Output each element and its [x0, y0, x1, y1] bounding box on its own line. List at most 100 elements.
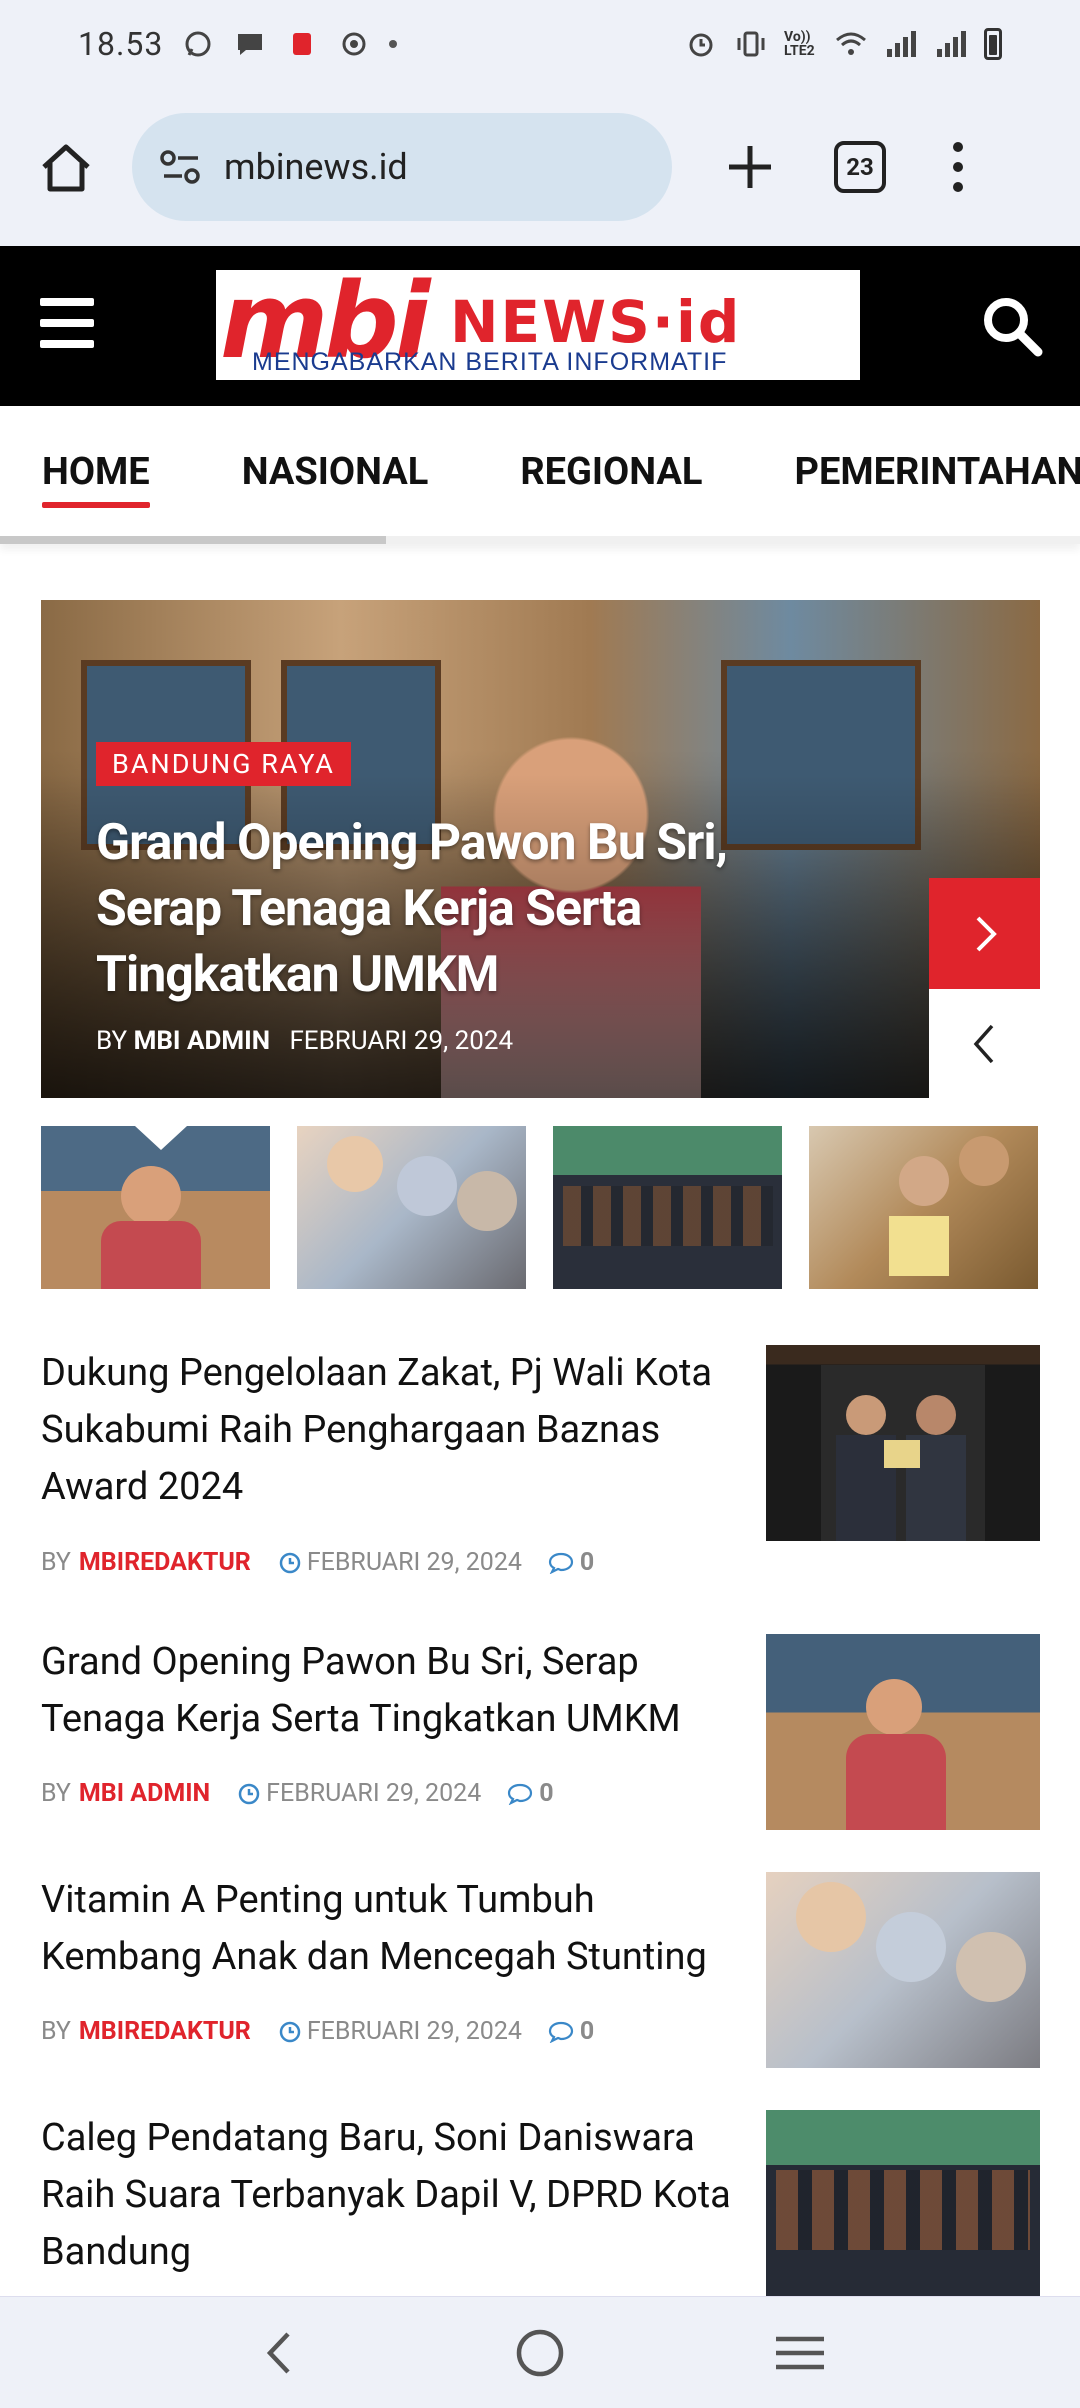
browser-menu-button[interactable] — [948, 142, 968, 192]
volte-label: Vo)) LTE2 — [784, 29, 815, 59]
clock-icon — [279, 2021, 301, 2042]
hamburger-menu-icon[interactable] — [40, 298, 94, 348]
article-author[interactable]: MBIREDAKTUR — [79, 1548, 251, 1577]
slider-next-button[interactable] — [929, 878, 1040, 989]
article-by-label: BY — [41, 1548, 71, 1577]
article-thumbnail[interactable] — [766, 1634, 1040, 1830]
article-thumbnail[interactable] — [766, 2110, 1040, 2296]
hero-slide[interactable]: BANDUNG RAYA Grand Opening Pawon Bu Sri,… — [41, 600, 1040, 1098]
hero-author[interactable]: MBI ADMIN — [134, 1026, 271, 1056]
system-home-button[interactable] — [505, 2318, 575, 2388]
article-date: FEBRUARI 29, 2024 — [279, 1548, 522, 1577]
nav-item-home[interactable]: HOME — [42, 450, 150, 508]
hero-by-label: BY — [96, 1026, 128, 1056]
tab-count: 23 — [846, 153, 874, 181]
comment-icon — [508, 1783, 533, 1805]
article-item[interactable]: Vitamin A Penting untuk Tumbuh Kembang A… — [41, 1872, 1040, 2072]
article-title[interactable]: Caleg Pendatang Baru, Soni Daniswara Rai… — [41, 2110, 741, 2281]
nav-item-pemerintahan[interactable]: PEMERINTAHAN — [794, 450, 1080, 494]
home-circle-icon — [516, 2329, 564, 2376]
article-thumbnail[interactable] — [766, 1872, 1040, 2068]
slider-prev-button[interactable] — [929, 989, 1040, 1098]
app-notification-icon — [285, 27, 319, 61]
nav-item-nasional[interactable]: NASIONAL — [242, 450, 429, 494]
address-bar[interactable]: mbinews.id — [132, 113, 672, 221]
article-item[interactable]: Grand Opening Pawon Bu Sri, Serap Tenaga… — [41, 1634, 1040, 1834]
article-date-text: FEBRUARI 29, 2024 — [306, 2017, 522, 2046]
system-recents-button[interactable] — [765, 2318, 835, 2388]
hero-date: FEBRUARI 29, 2024 — [289, 1026, 514, 1056]
more-notifications-icon — [389, 40, 398, 48]
comment-icon — [548, 2021, 574, 2043]
article-comments-link[interactable]: 0 — [548, 2017, 594, 2046]
clock-icon — [279, 1552, 301, 1573]
slider-thumbnails — [41, 1126, 1040, 1289]
article-meta: BY MBI ADMIN FEBRUARI 29, 2024 0 — [41, 1779, 554, 1808]
signal-2-icon — [934, 27, 968, 61]
site-header: mbi NEWS·id MENGABARKAN BERITA INFORMATI… — [0, 246, 1080, 406]
article-by-label: BY — [41, 1779, 71, 1808]
new-tab-button[interactable] — [714, 131, 786, 203]
chevron-right-icon — [976, 916, 997, 951]
logo-tagline: MENGABARKAN BERITA INFORMATIF — [252, 348, 728, 376]
signal-icon — [884, 27, 918, 61]
back-icon — [266, 2331, 290, 2374]
article-date: FEBRUARI 29, 2024 — [238, 1779, 481, 1808]
more-dot-icon — [953, 162, 963, 172]
article-author[interactable]: MBI ADMIN — [79, 1779, 210, 1808]
article-author[interactable]: MBIREDAKTUR — [79, 2017, 251, 2046]
article-date-text: FEBRUARI 29, 2024 — [306, 1548, 522, 1577]
system-back-button[interactable] — [245, 2318, 315, 2388]
article-comment-count: 0 — [579, 2017, 595, 2046]
article-by-label: BY — [41, 2017, 71, 2046]
wifi-icon — [834, 27, 868, 61]
slider-thumbnail[interactable] — [553, 1126, 782, 1289]
article-date: FEBRUARI 29, 2024 — [279, 2017, 522, 2046]
home-icon — [42, 144, 90, 192]
url-text[interactable]: mbinews.id — [224, 146, 408, 188]
search-icon[interactable] — [980, 294, 1044, 358]
site-settings-icon[interactable] — [160, 149, 202, 185]
message-icon — [233, 27, 267, 61]
browser-toolbar: mbinews.id 23 — [0, 88, 1080, 246]
article-thumbnail[interactable] — [766, 1345, 1040, 1541]
recents-icon — [776, 2336, 824, 2369]
article-title[interactable]: Dukung Pengelolaan Zakat, Pj Wali Kota S… — [41, 1345, 741, 1516]
hero-meta: BY MBI ADMIN FEBRUARI 29, 2024 — [96, 1026, 513, 1056]
slider-thumbnail[interactable] — [41, 1126, 270, 1289]
more-dot-icon — [953, 182, 963, 192]
more-dot-icon — [953, 142, 963, 152]
tab-switcher-button[interactable]: 23 — [834, 141, 886, 193]
slider-thumbnail[interactable] — [297, 1126, 526, 1289]
alarm-icon — [684, 27, 718, 61]
article-title[interactable]: Grand Opening Pawon Bu Sri, Serap Tenaga… — [41, 1634, 741, 1748]
status-bar: 18.53 Vo)) LTE2 — [0, 0, 1080, 88]
clock-icon — [238, 1783, 260, 1804]
article-title[interactable]: Vitamin A Penting untuk Tumbuh Kembang A… — [41, 1872, 741, 1986]
home-button[interactable] — [32, 133, 100, 201]
article-comment-count: 0 — [579, 1548, 595, 1577]
article-comments-link[interactable]: 0 — [507, 1779, 554, 1808]
site-logo[interactable]: mbi NEWS·id MENGABARKAN BERITA INFORMATI… — [216, 270, 860, 380]
article-meta: BY MBIREDAKTUR FEBRUARI 29, 2024 0 — [41, 1548, 594, 1577]
plus-icon — [729, 146, 771, 188]
vibrate-icon — [734, 27, 768, 61]
nav-scrollbar-thumb[interactable] — [0, 536, 386, 544]
comment-icon — [548, 1552, 574, 1574]
logo-news-text: NEWS·id — [450, 288, 742, 356]
status-time: 18.53 — [78, 25, 164, 63]
sync-icon — [337, 27, 371, 61]
battery-icon — [984, 28, 1002, 60]
article-item[interactable]: Caleg Pendatang Baru, Soni Daniswara Rai… — [41, 2110, 1040, 2296]
slider-thumbnail[interactable] — [809, 1126, 1038, 1289]
nav-item-regional[interactable]: REGIONAL — [520, 450, 702, 494]
chevron-left-icon — [973, 1024, 993, 1063]
whatsapp-icon — [181, 27, 215, 61]
article-comments-link[interactable]: 0 — [548, 1548, 594, 1577]
thumbnail-active-indicator — [135, 1126, 187, 1150]
hero-title[interactable]: Grand Opening Pawon Bu Sri, Serap Tenaga… — [96, 810, 816, 1008]
article-comment-count: 0 — [539, 1779, 554, 1808]
article-date-text: FEBRUARI 29, 2024 — [266, 1779, 482, 1808]
hero-category-badge[interactable]: BANDUNG RAYA — [96, 742, 351, 786]
article-item[interactable]: Dukung Pengelolaan Zakat, Pj Wali Kota S… — [41, 1345, 1040, 1585]
